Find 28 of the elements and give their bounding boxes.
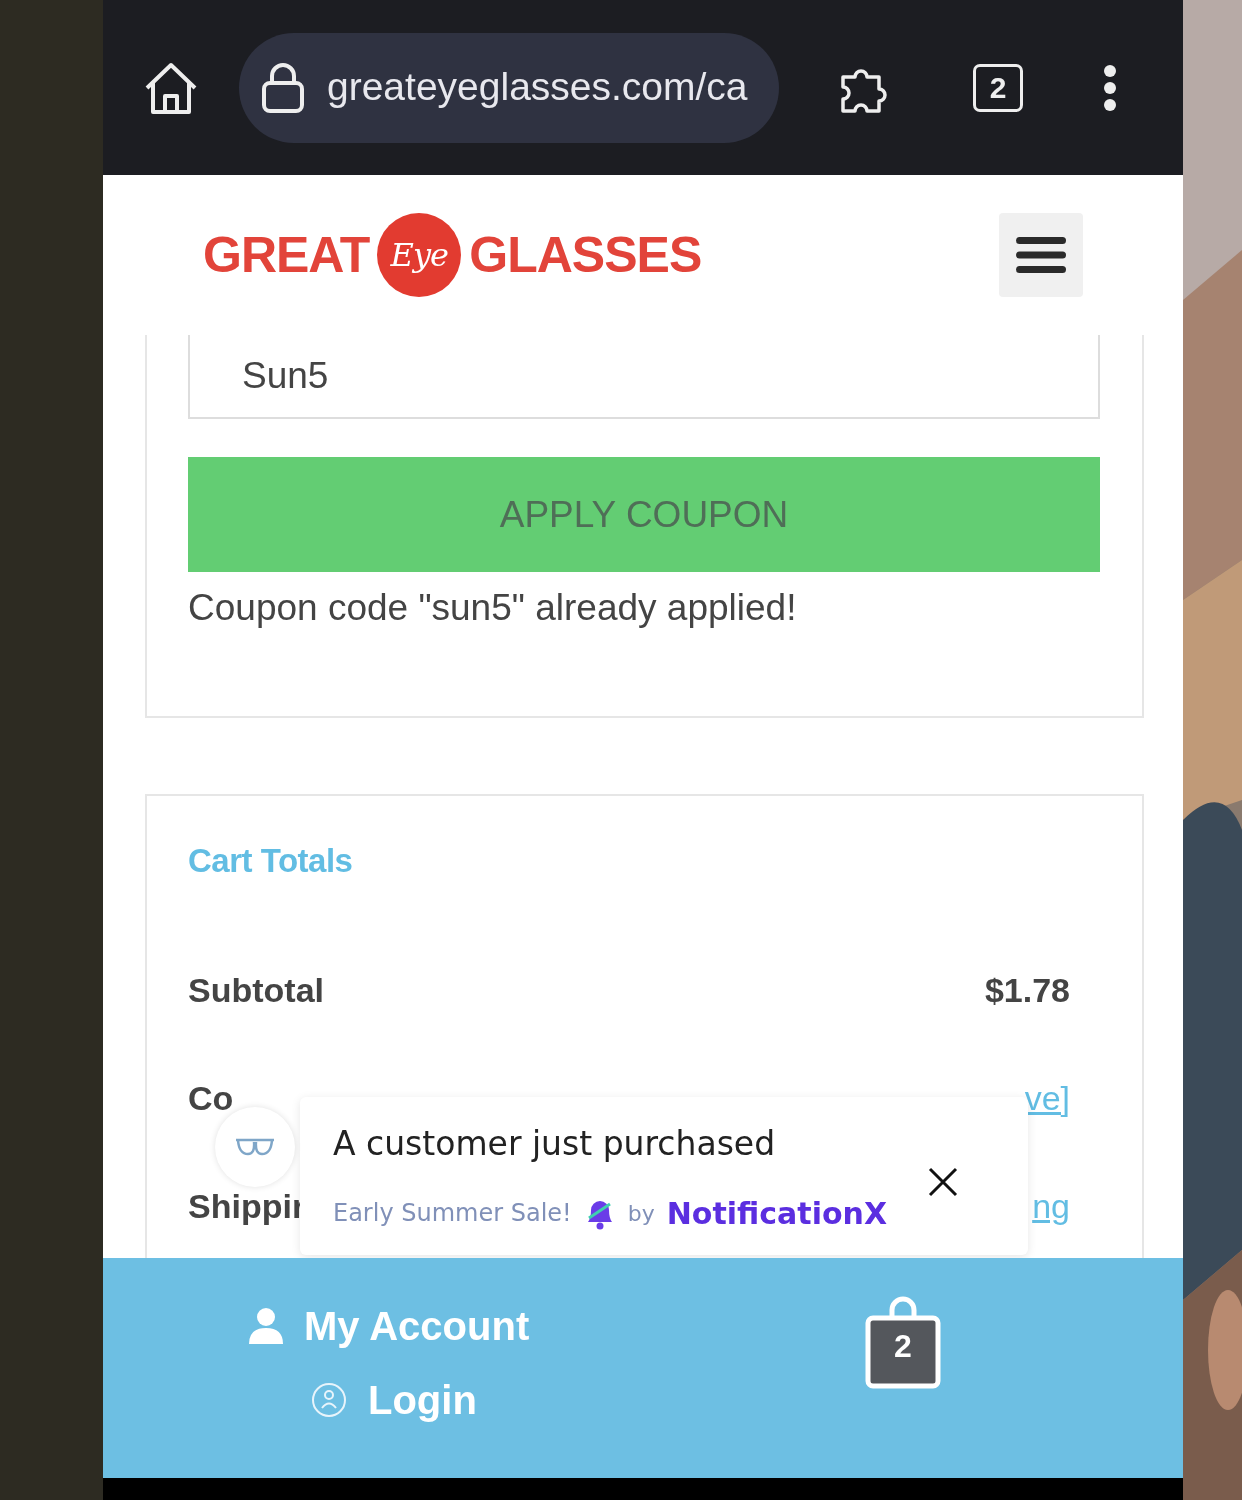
close-button[interactable] — [928, 1167, 958, 1197]
logo[interactable]: GREAT Eye GLASSES — [203, 213, 702, 297]
notification-title: A customer just purchased — [333, 1123, 777, 1165]
menu-icon — [1016, 237, 1066, 273]
address-bar[interactable]: greateyeglasses.com/ca — [239, 32, 779, 143]
apply-coupon-button[interactable]: APPLY COUPON — [188, 457, 1100, 572]
row-label: Subtotal — [188, 970, 324, 1011]
campaign-text: Early Summer Sale! — [333, 1198, 572, 1229]
glasses-icon — [234, 1136, 276, 1158]
cart-button[interactable]: 2 — [865, 1296, 941, 1390]
brand-link[interactable]: NotificationX — [666, 1190, 887, 1236]
lock-icon — [261, 62, 305, 113]
menu-button[interactable] — [999, 213, 1083, 297]
url-text: greateyeglasses.com/ca — [327, 64, 748, 111]
login-icon — [310, 1381, 348, 1419]
close-icon — [928, 1167, 958, 1197]
user-icon — [248, 1307, 284, 1345]
shopping-bag-icon — [865, 1296, 941, 1390]
by-text: by — [627, 1199, 655, 1228]
row-label: Co — [188, 1078, 234, 1119]
coupon-field[interactable]: Sun5 — [188, 335, 1100, 419]
coupon-message: Coupon code "sun5" already applied! — [188, 586, 798, 630]
cart-count: 2 — [893, 1330, 913, 1362]
cart-totals-title: Cart Totals — [188, 840, 354, 881]
more-menu-icon[interactable] — [1101, 63, 1119, 112]
tab-count-button[interactable]: 2 — [973, 63, 1023, 112]
row-value: $1.78 — [984, 970, 1070, 1011]
row-label: Shippir — [188, 1186, 306, 1227]
